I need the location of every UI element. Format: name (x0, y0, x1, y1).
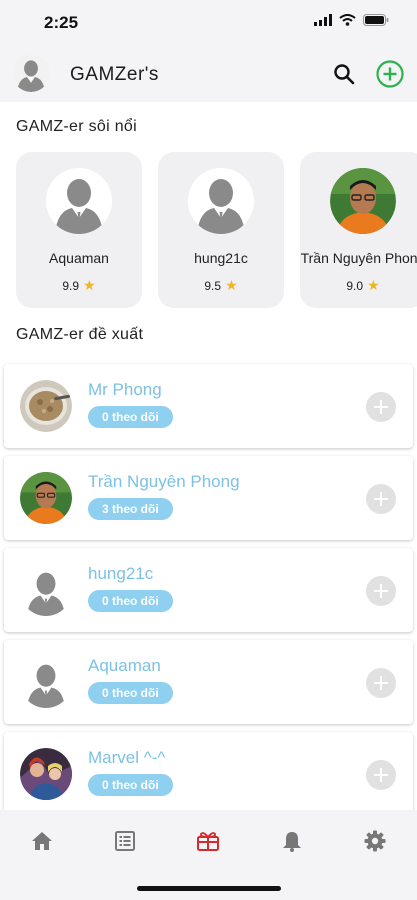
hot-user-name: Trần Nguyên Phong (300, 250, 417, 266)
hot-user-card[interactable]: Trần Nguyên Phong 9.0 ★ (300, 152, 417, 308)
battery-icon (363, 14, 389, 26)
tab-home[interactable] (22, 826, 62, 856)
user-name[interactable]: Marvel ^-^ (88, 748, 165, 768)
signal-icon (314, 14, 332, 26)
app-header: GAMZer's (0, 46, 417, 102)
hot-user-name: Aquaman (49, 250, 109, 266)
star-icon: ★ (367, 277, 380, 293)
list-icon (115, 831, 135, 851)
user-name[interactable]: Mr Phong (88, 380, 162, 400)
rating-value: 9.5 (204, 279, 222, 293)
user-name[interactable]: Aquaman (88, 656, 161, 676)
bottom-tab-bar (0, 810, 417, 900)
gear-icon (364, 830, 386, 852)
add-circle-icon[interactable] (376, 60, 404, 88)
status-bar: 2:25 (0, 0, 417, 46)
gift-icon (197, 832, 219, 851)
follow-button[interactable] (366, 576, 396, 606)
list-item[interactable]: Aquaman 0 theo dõi (4, 640, 413, 724)
hot-user-name: hung21c (194, 250, 248, 266)
tab-notifications[interactable] (272, 826, 312, 856)
home-indicator (137, 886, 281, 891)
rating-value: 9.9 (62, 279, 80, 293)
follower-count-badge: 0 theo dõi (88, 406, 173, 428)
follow-button[interactable] (366, 760, 396, 790)
hot-user-rating: 9.0 ★ (300, 277, 417, 294)
follow-button[interactable] (366, 484, 396, 514)
user-name[interactable]: hung21c (88, 564, 153, 584)
follower-count-badge: 0 theo dõi (88, 682, 173, 704)
follow-button[interactable] (366, 668, 396, 698)
follower-count-badge: 0 theo dõi (88, 774, 173, 796)
follower-count-badge: 0 theo dõi (88, 590, 173, 612)
list-item[interactable]: Trần Nguyên Phong 3 theo dõi (4, 456, 413, 540)
hot-user-card[interactable]: Aquaman 9.9 ★ (16, 152, 142, 308)
user-photo-avatar (20, 748, 72, 800)
home-icon (32, 832, 52, 850)
tab-settings[interactable] (355, 826, 395, 856)
star-icon: ★ (225, 277, 238, 293)
person-placeholder-avatar (188, 168, 254, 234)
list-item[interactable]: Marvel ^-^ 0 theo dõi (4, 732, 413, 810)
person-placeholder-avatar (20, 564, 72, 616)
wifi-icon (339, 14, 356, 26)
follower-count-badge: 3 theo dõi (88, 498, 173, 520)
profile-avatar[interactable] (12, 54, 50, 92)
list-item[interactable]: Mr Phong 0 theo dõi (4, 364, 413, 448)
tab-list[interactable] (105, 826, 145, 856)
status-time: 2:25 (44, 13, 79, 32)
user-photo-avatar (330, 168, 396, 234)
follow-button[interactable] (366, 392, 396, 422)
person-placeholder-avatar (46, 168, 112, 234)
person-placeholder-avatar (20, 656, 72, 708)
hot-user-card[interactable]: hung21c 9.5 ★ (158, 152, 284, 308)
search-icon[interactable] (332, 62, 356, 86)
rating-value: 9.0 (346, 279, 364, 293)
user-photo-avatar (20, 472, 72, 524)
user-photo-avatar (20, 380, 72, 432)
hot-user-rating: 9.5 ★ (158, 277, 284, 294)
tab-gift[interactable] (188, 826, 228, 856)
status-icons (314, 14, 389, 26)
star-icon: ★ (83, 277, 96, 293)
user-name[interactable]: Trần Nguyên Phong (88, 472, 240, 492)
main-content[interactable]: GAMZ-er sôi nổi Aquaman 9.9 ★ hung21c 9.… (0, 102, 417, 810)
page-title: GAMZer's (70, 64, 159, 85)
bell-icon (283, 832, 301, 852)
list-item[interactable]: hung21c 0 theo dõi (4, 548, 413, 632)
suggest-section-title: GAMZ-er đề xuất (16, 326, 144, 343)
hot-section-title: GAMZ-er sôi nổi (16, 118, 137, 135)
hot-user-rating: 9.9 ★ (16, 277, 142, 294)
hot-users-carousel[interactable]: Aquaman 9.9 ★ hung21c 9.5 ★ Trần Nguyên … (16, 152, 417, 310)
